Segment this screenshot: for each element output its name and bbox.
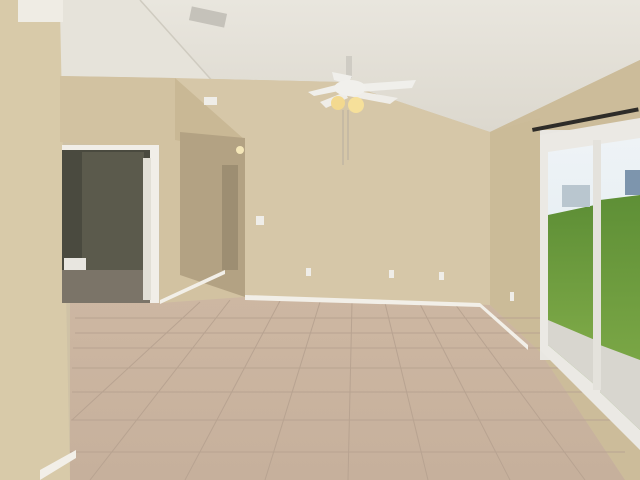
dark-room-floor xyxy=(62,270,157,303)
neighbor-house xyxy=(562,185,590,207)
left-wall xyxy=(0,0,70,480)
door-frame-left xyxy=(62,145,159,150)
outlet-4 xyxy=(510,292,514,301)
hallway-far-door xyxy=(222,165,238,270)
neighbor-house-right xyxy=(625,170,640,195)
outlet-3 xyxy=(439,272,444,280)
empty-room-photo xyxy=(0,0,640,480)
smoke-detector xyxy=(204,97,217,105)
light-switch xyxy=(256,216,264,225)
room-illustration xyxy=(0,0,640,480)
door-mullion xyxy=(593,140,601,390)
hallway-light xyxy=(236,146,244,154)
outlet-1 xyxy=(306,268,311,276)
counter-edge xyxy=(64,258,86,270)
open-door xyxy=(143,158,151,300)
door-frame-right xyxy=(150,148,159,303)
dark-room-wall xyxy=(82,152,144,270)
outlet-2 xyxy=(389,270,394,278)
left-wall-molding xyxy=(18,0,63,22)
